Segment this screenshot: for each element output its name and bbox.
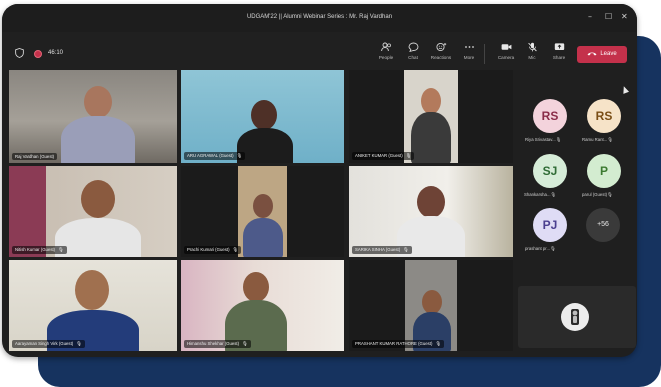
video-tile-aniket-kumar[interactable]: ANIKET KUMAR (Guest) 🎙: [349, 70, 513, 163]
video-tile-prashant-kumar-rathore[interactable]: PRASHANT KUMAR RATHORE (Guest) 🎙: [349, 260, 513, 351]
participant-name: Prachi Kumari (Guest) 🎙: [184, 246, 241, 254]
self-avatar: [561, 303, 589, 331]
mic-muted-icon: 🎙: [550, 246, 556, 251]
share-label: Share: [552, 55, 566, 60]
participant-name: Himanshu Shekhar (Guest) 🎙: [184, 340, 251, 348]
mic-muted-icon: 🎙: [550, 192, 556, 197]
roster-avatar[interactable]: P: [587, 154, 621, 188]
participant-body: [61, 116, 135, 163]
camera-label: Camera: [497, 55, 515, 60]
people-label: People: [378, 55, 394, 60]
more-icon: [455, 42, 483, 53]
phone-hangup-icon: [587, 46, 600, 63]
video-tile-himanshu-shekhar[interactable]: Himanshu Shekhar (Guest) 🎙: [181, 260, 344, 351]
leave-label: Leave: [600, 51, 617, 57]
mic-muted-icon: 🎙: [403, 247, 409, 252]
minimize-button[interactable]: –: [588, 12, 592, 22]
people-icon: [372, 42, 400, 53]
reactions-icon: [427, 42, 455, 53]
roster-avatar-label: prashant pr...🎙: [525, 246, 556, 251]
participant-name: Nitish Kumar (Guest) 🎙: [12, 246, 67, 254]
participant-head: [75, 270, 109, 310]
participant-name: Raj Vardhan (Guest): [12, 153, 58, 160]
more-label: More: [463, 55, 475, 60]
participant-name: SARIKA SINHA (Guest) 🎙: [352, 246, 412, 254]
participant-name: ANIKET KUMAR (Guest) 🎙: [352, 152, 415, 160]
video-tile-aru-agrawal[interactable]: ARU AGRAWAL (Guest) 🎙: [181, 70, 344, 163]
mic-icon: [518, 42, 546, 53]
meeting-window: UDGAM'22 || Alumni Webinar Series : Mr. …: [2, 4, 637, 357]
participant-head: [421, 88, 441, 114]
person-icon: [571, 309, 579, 325]
roster-avatar-label: Shankarsha...🎙: [524, 192, 556, 197]
participant-head: [417, 186, 445, 218]
window-title: UDGAM'22 || Alumni Webinar Series : Mr. …: [246, 14, 393, 20]
maximize-button[interactable]: ☐: [605, 12, 612, 22]
participant-head: [84, 86, 112, 118]
mic-muted-icon: 🎙: [232, 247, 238, 252]
camera-icon: [492, 42, 520, 53]
video-tile-nitish-kumar[interactable]: Nitish Kumar (Guest) 🎙: [9, 166, 177, 257]
participant-name: PRASHANT KUMAR RATHORE (Guest) 🎙: [352, 340, 444, 348]
video-tile-sarika-sinha[interactable]: SARIKA SINHA (Guest) 🎙: [349, 166, 513, 257]
participant-head: [422, 290, 442, 314]
mouse-cursor-icon: [620, 85, 630, 94]
video-tile-raj-vardhan[interactable]: Raj Vardhan (Guest): [9, 70, 177, 163]
people-button[interactable]: People: [372, 42, 400, 60]
mic-muted-icon: 🎙: [76, 341, 82, 346]
title-bar: UDGAM'22 || Alumni Webinar Series : Mr. …: [2, 4, 637, 32]
mic-muted-icon: 🎙: [607, 137, 613, 142]
recording-indicator-icon: [34, 50, 42, 58]
mic-muted-icon: 🎙: [405, 153, 412, 158]
mic-muted-icon: 🎙: [58, 247, 64, 252]
roster-avatar[interactable]: PJ: [533, 208, 567, 242]
shield-icon[interactable]: [15, 48, 24, 58]
mic-muted-icon: 🎙: [242, 341, 248, 346]
roster-avatar-label: parul (Guest)🎙: [582, 192, 613, 197]
close-button[interactable]: ✕: [621, 12, 628, 22]
participant-head: [81, 180, 115, 218]
mic-label: Mic: [528, 55, 536, 60]
video-tile-prachi-kumari[interactable]: Prachi Kumari (Guest) 🎙: [181, 166, 344, 257]
participant-body: [55, 218, 141, 257]
participant-head: [251, 100, 277, 130]
participant-name: Aarayaman Singh Virk (Guest) 🎙: [12, 340, 85, 348]
mic-button[interactable]: Mic: [518, 42, 546, 60]
leave-button[interactable]: Leave: [577, 46, 627, 63]
mic-muted-icon: 🎙: [435, 341, 441, 346]
share-icon: [545, 42, 573, 53]
chat-icon: [399, 42, 427, 53]
participant-body: [243, 218, 283, 257]
reactions-label: Reactions: [430, 55, 452, 60]
mic-muted-icon: 🎙: [555, 137, 562, 142]
participant-name: ARU AGRAWAL (Guest) 🎙: [184, 152, 246, 160]
mic-muted-icon: 🎙: [236, 153, 243, 158]
chat-button[interactable]: Chat: [399, 42, 427, 60]
participant-body: [411, 112, 451, 163]
reactions-button[interactable]: Reactions: [427, 42, 455, 60]
toolbar-divider: [484, 44, 485, 64]
participant-head: [243, 272, 269, 302]
participant-head: [253, 194, 273, 218]
participant-body: [237, 128, 293, 163]
roster-avatar-label: Riya Srivastav...🎙: [525, 137, 562, 142]
roster-avatar[interactable]: SJ: [533, 154, 567, 188]
roster-avatar[interactable]: RS: [587, 99, 621, 133]
video-tile-aarayaman-singh-virk[interactable]: Aarayaman Singh Virk (Guest) 🎙: [9, 260, 177, 351]
more-button[interactable]: More: [455, 42, 483, 60]
roster-overflow-button[interactable]: +56: [586, 208, 620, 242]
chat-label: Chat: [408, 55, 418, 60]
roster-avatar[interactable]: RS: [533, 99, 567, 133]
share-button[interactable]: Share: [545, 42, 573, 60]
camera-button[interactable]: Camera: [492, 42, 520, 60]
meeting-timer: 46:10: [48, 50, 64, 56]
roster-avatar-label: Ramu Rant...🎙: [582, 137, 613, 142]
mic-muted-icon: 🎙: [607, 192, 613, 197]
